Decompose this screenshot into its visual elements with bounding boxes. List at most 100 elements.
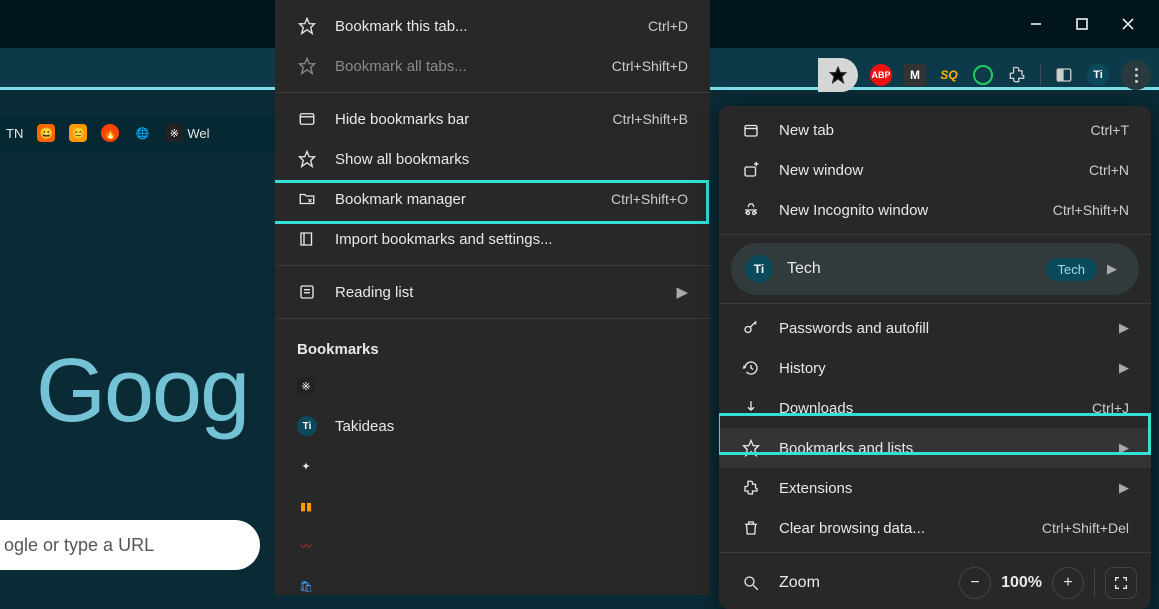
menu-item-show-all-bookmarks[interactable]: Show all bookmarks xyxy=(275,139,710,179)
menu-item-label: Bookmark this tab... xyxy=(335,18,468,35)
extensions-button[interactable] xyxy=(1006,64,1028,86)
menu-item-label: Extensions xyxy=(779,480,852,497)
bookmark-entry[interactable]: TiTakideas xyxy=(275,406,710,446)
star-icon xyxy=(297,16,317,36)
menu-item-new-incognito-window[interactable]: New Incognito window Ctrl+Shift+N xyxy=(719,190,1151,230)
menu-item-label: History xyxy=(779,360,826,377)
sq-extension-icon[interactable]: SQ xyxy=(938,64,960,86)
menu-item-label: Hide bookmarks bar xyxy=(335,111,469,128)
bookmark-label: TN xyxy=(6,126,23,141)
search-input[interactable]: ogle or type a URL xyxy=(0,520,260,570)
divider xyxy=(1094,569,1095,597)
menu-item-zoom: Zoom − 100% + xyxy=(719,557,1151,609)
star-icon xyxy=(297,56,317,76)
menu-item-clear-browsing-data[interactable]: Clear browsing data... Ctrl+Shift+Del xyxy=(719,508,1151,548)
shortcut-label: Ctrl+Shift+O xyxy=(611,191,688,207)
bookmark-item[interactable]: 😀 xyxy=(37,124,55,142)
abp-extension-icon[interactable]: ABP xyxy=(870,64,892,86)
menu-item-hide-bookmarks-bar[interactable]: Hide bookmarks bar Ctrl+Shift+B xyxy=(275,99,710,139)
bookmark-star-button[interactable] xyxy=(818,58,858,92)
zoom-label: Zoom xyxy=(779,574,820,592)
side-panel-button[interactable] xyxy=(1053,64,1075,86)
profile-avatar-icon: Ti xyxy=(745,255,773,283)
menu-item-bookmarks-and-lists[interactable]: Bookmarks and lists ▶ xyxy=(719,428,1151,468)
chevron-right-icon: ▶ xyxy=(1119,440,1129,456)
bookmark-entry[interactable]: ▮▮ xyxy=(275,486,710,526)
shortcut-label: Ctrl+Shift+N xyxy=(1053,202,1129,218)
zoom-value: 100% xyxy=(1001,574,1042,592)
bookmark-item[interactable]: 🌐 xyxy=(133,124,151,142)
window-close-button[interactable] xyxy=(1105,4,1151,44)
puzzle-icon xyxy=(741,478,761,498)
favicon: 〰 xyxy=(297,537,315,555)
bookmarks-heading: Bookmarks xyxy=(275,325,710,366)
menu-item-passwords-and-autofill[interactable]: Passwords and autofill ▶ xyxy=(719,308,1151,348)
profile-label: Tech xyxy=(787,260,821,278)
star-icon xyxy=(297,149,317,169)
favicon: 🛍 xyxy=(297,577,315,595)
m-extension-icon[interactable]: M xyxy=(904,64,926,86)
book-icon xyxy=(297,229,317,249)
window-maximize-button[interactable] xyxy=(1059,4,1105,44)
menu-item-label: Reading list xyxy=(335,284,413,301)
favicon: ▮▮ xyxy=(297,497,315,515)
menu-item-downloads[interactable]: Downloads Ctrl+J xyxy=(719,388,1151,428)
folder-icon xyxy=(297,189,317,209)
menu-item-label: Downloads xyxy=(779,400,853,417)
favicon: ※ xyxy=(297,377,315,395)
favicon: ✦ xyxy=(297,457,315,475)
menu-item-label: Passwords and autofill xyxy=(779,320,929,337)
menu-item-new-tab[interactable]: New tab Ctrl+T xyxy=(719,110,1151,150)
bookmarks-bar: TN 😀 😊 🔥 🌐 ※Wel xyxy=(0,116,275,150)
menu-item-label: New window xyxy=(779,162,863,179)
list-icon xyxy=(297,282,317,302)
chevron-right-icon: ▶ xyxy=(1119,360,1129,376)
bookmark-item[interactable]: TN xyxy=(6,126,23,141)
menu-item-import-bookmarks[interactable]: Import bookmarks and settings... xyxy=(275,219,710,259)
menu-item-extensions[interactable]: Extensions ▶ xyxy=(719,468,1151,508)
menu-item-reading-list[interactable]: Reading list ▶ xyxy=(275,272,710,312)
menu-item-new-window[interactable]: New window Ctrl+N xyxy=(719,150,1151,190)
chrome-menu-button[interactable] xyxy=(1121,60,1151,90)
menu-item-bookmark-this-tab[interactable]: Bookmark this tab... Ctrl+D xyxy=(275,6,710,46)
bookmark-entry[interactable]: ※ xyxy=(275,366,710,406)
google-logo: Goog xyxy=(36,340,248,443)
bookmark-entry[interactable]: ✦ xyxy=(275,446,710,486)
history-icon xyxy=(741,358,761,378)
shortcut-label: Ctrl+Shift+Del xyxy=(1042,520,1129,536)
menu-separator xyxy=(275,265,710,266)
newwindow-icon xyxy=(741,160,761,180)
bookmarks-submenu: Bookmark this tab... Ctrl+D Bookmark all… xyxy=(275,0,710,595)
menu-separator xyxy=(719,303,1151,304)
incognito-icon xyxy=(741,200,761,220)
menu-item-label: Import bookmarks and settings... xyxy=(335,231,553,248)
bookmark-item[interactable]: 🔥 xyxy=(101,124,119,142)
menu-item-profile[interactable]: Ti Tech Tech ▶ xyxy=(731,243,1139,295)
menu-separator xyxy=(719,234,1151,235)
chrome-main-menu: New tab Ctrl+T New window Ctrl+N New Inc… xyxy=(719,106,1151,609)
zoom-icon xyxy=(741,573,761,593)
bookmark-item[interactable]: ※Wel xyxy=(165,124,209,142)
grammarly-extension-icon[interactable] xyxy=(972,64,994,86)
menu-separator xyxy=(719,552,1151,553)
shortcut-label: Ctrl+D xyxy=(648,18,688,34)
menu-item-bookmark-manager[interactable]: Bookmark manager Ctrl+Shift+O xyxy=(275,179,710,219)
zoom-in-button[interactable]: + xyxy=(1052,567,1084,599)
shortcut-label: Ctrl+Shift+B xyxy=(613,111,688,127)
fullscreen-button[interactable] xyxy=(1105,567,1137,599)
bookmark-entry[interactable]: 🛍 xyxy=(275,566,710,595)
bookmark-entry[interactable]: 〰 xyxy=(275,526,710,566)
menu-item-history[interactable]: History ▶ xyxy=(719,348,1151,388)
menu-item-label: Show all bookmarks xyxy=(335,151,469,168)
profile-badge: Tech xyxy=(1046,258,1097,281)
chevron-right-icon: ▶ xyxy=(676,283,688,301)
bookmark-item[interactable]: 😊 xyxy=(69,124,87,142)
profile-avatar-button[interactable]: Ti xyxy=(1087,64,1109,86)
trash-icon xyxy=(741,518,761,538)
star-icon xyxy=(741,438,761,458)
window-minimize-button[interactable] xyxy=(1013,4,1059,44)
favicon: Ti xyxy=(297,416,317,436)
hide-icon xyxy=(297,109,317,129)
zoom-out-button[interactable]: − xyxy=(959,567,991,599)
menu-separator xyxy=(275,318,710,319)
